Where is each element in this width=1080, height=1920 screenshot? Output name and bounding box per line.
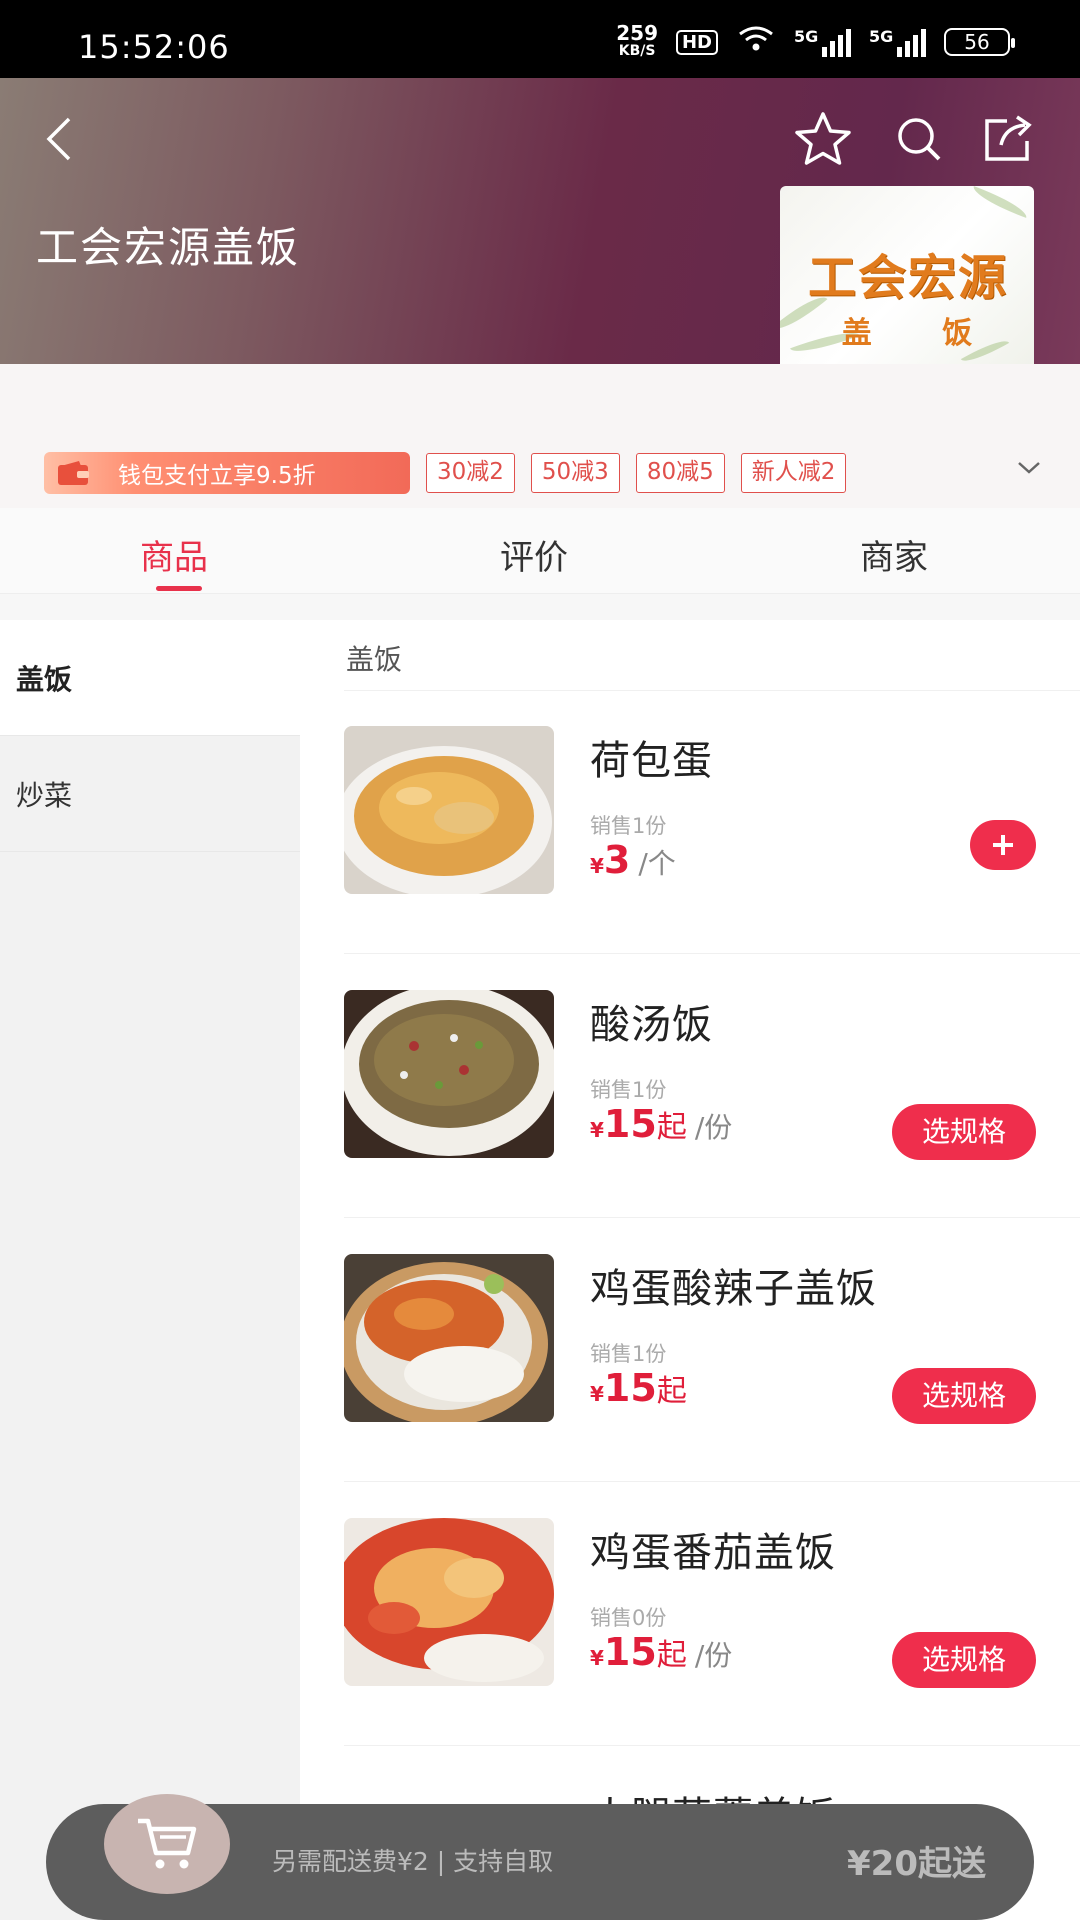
product-sales: 销售0份 xyxy=(590,1606,667,1630)
product-price: ¥3/个 xyxy=(590,838,676,882)
cart-bar[interactable]: 另需配送费¥2 | 支持自取 ¥20起送 xyxy=(46,1794,1034,1920)
search-icon xyxy=(898,118,941,161)
new-user-discount-tag: 新人减2 xyxy=(740,453,847,493)
status-icons: 259 KB/S HD 5G 5G 56 xyxy=(616,21,1015,62)
favorite-button[interactable] xyxy=(788,104,858,174)
minimum-order-label: ¥20起送 xyxy=(847,1844,986,1884)
discount-tag: 80减5 xyxy=(635,453,725,493)
logo-text-line1: 工会宏源 xyxy=(807,250,1008,306)
discount-tag: 30减2 xyxy=(426,453,515,493)
signal-icon-sim2: 5G xyxy=(869,27,926,57)
sidebar-item-chaocai[interactable]: 炒菜 xyxy=(0,736,300,852)
back-arrow-icon xyxy=(46,117,71,161)
product-list: 盖饭 荷包蛋 销售1份 ¥3/个 酸汤饭 销售1份 ¥15起 /份 选规格 鸡蛋… xyxy=(300,620,1080,1920)
hd-icon: HD xyxy=(675,29,718,55)
status-bar: 15:52:06 259 KB/S HD 5G 5G 56 xyxy=(0,0,1080,78)
wifi-icon xyxy=(736,24,776,60)
product-price: ¥15起 xyxy=(590,1366,687,1410)
active-tab-indicator xyxy=(156,586,202,591)
product-name: 荷包蛋 xyxy=(590,738,713,784)
star-icon xyxy=(795,112,851,165)
share-icon xyxy=(985,115,1032,161)
cart-button[interactable] xyxy=(104,1794,230,1894)
select-spec-button[interactable]: 选规格 xyxy=(892,1632,1036,1688)
select-spec-button[interactable]: 选规格 xyxy=(892,1104,1036,1160)
product-name: 鸡蛋酸辣子盖饭 xyxy=(590,1266,877,1312)
wallet-icon xyxy=(44,452,104,494)
status-time: 15:52:06 xyxy=(78,28,230,66)
product-item[interactable]: 鸡蛋酸辣子盖饭 销售1份 ¥15起 选规格 xyxy=(344,1218,1080,1482)
tab-merchant[interactable]: 商家 xyxy=(860,530,928,579)
shopping-cart-icon xyxy=(138,1818,197,1869)
logo-text-line2: 盖 饭 xyxy=(841,316,1003,351)
speed-unit: KB/S xyxy=(618,43,656,59)
plus-icon xyxy=(993,835,1013,855)
back-button[interactable] xyxy=(24,104,94,174)
delivery-fee-info: 另需配送费¥2 | 支持自取 xyxy=(272,1847,554,1876)
chevron-down-icon xyxy=(1018,462,1040,474)
product-sales: 销售1份 xyxy=(590,1342,667,1366)
wallet-discount-badge: 钱包支付立享9.5折 xyxy=(44,452,410,494)
product-image-fried-egg xyxy=(344,726,554,894)
battery-icon: 56 xyxy=(944,28,1015,56)
speed-value: 259 xyxy=(616,21,658,45)
product-name: 酸汤饭 xyxy=(590,1002,713,1048)
promotions-bar: 钱包支付立享9.5折 30减2 50减3 80减5 新人减2 xyxy=(0,364,1080,508)
search-button[interactable] xyxy=(884,104,954,174)
category-sidebar: 盖饭 炒菜 xyxy=(0,620,300,1920)
select-spec-button[interactable]: 选规格 xyxy=(892,1368,1036,1424)
section-title: 盖饭 xyxy=(346,643,403,676)
sim2-label: 5G xyxy=(869,27,894,46)
product-image-egg-tomato-rice xyxy=(344,1518,554,1686)
product-sales: 销售1份 xyxy=(590,1078,667,1102)
product-item[interactable]: 荷包蛋 销售1份 ¥3/个 xyxy=(344,690,1080,954)
store-header: 工会宏源盖饭 工会宏源 盖 饭 xyxy=(0,78,1080,391)
sidebar-item-gaifan[interactable]: 盖饭 xyxy=(0,620,300,736)
product-price: ¥15起/份 xyxy=(590,1102,733,1146)
signal-icon-sim1: 5G xyxy=(794,27,851,57)
sim1-label: 5G xyxy=(794,27,819,46)
product-sales: 销售1份 xyxy=(590,814,667,838)
expand-promotions-button[interactable] xyxy=(1016,460,1042,480)
discount-tag: 50减3 xyxy=(530,453,620,493)
product-image-sour-soup-rice xyxy=(344,990,554,1158)
store-logo: 工会宏源 盖 饭 xyxy=(780,186,1034,391)
wallet-discount-text: 钱包支付立享9.5折 xyxy=(118,463,316,489)
store-name: 工会宏源盖饭 xyxy=(36,223,301,272)
product-image-egg-pepper-rice xyxy=(344,1254,554,1422)
share-button[interactable] xyxy=(974,104,1044,174)
tab-reviews[interactable]: 评价 xyxy=(500,530,568,579)
add-to-cart-button[interactable] xyxy=(970,820,1036,870)
product-name: 鸡蛋番茄盖饭 xyxy=(590,1530,836,1576)
product-item[interactable]: 鸡蛋番茄盖饭 销售0份 ¥15起/份 选规格 xyxy=(344,1482,1080,1746)
tab-products[interactable]: 商品 xyxy=(140,530,208,579)
network-speed: 259 KB/S xyxy=(616,21,658,60)
store-tabs: 商品 评价 商家 xyxy=(0,508,1080,594)
product-price: ¥15起/份 xyxy=(590,1630,733,1674)
product-item[interactable]: 酸汤饭 销售1份 ¥15起/份 选规格 xyxy=(344,954,1080,1218)
